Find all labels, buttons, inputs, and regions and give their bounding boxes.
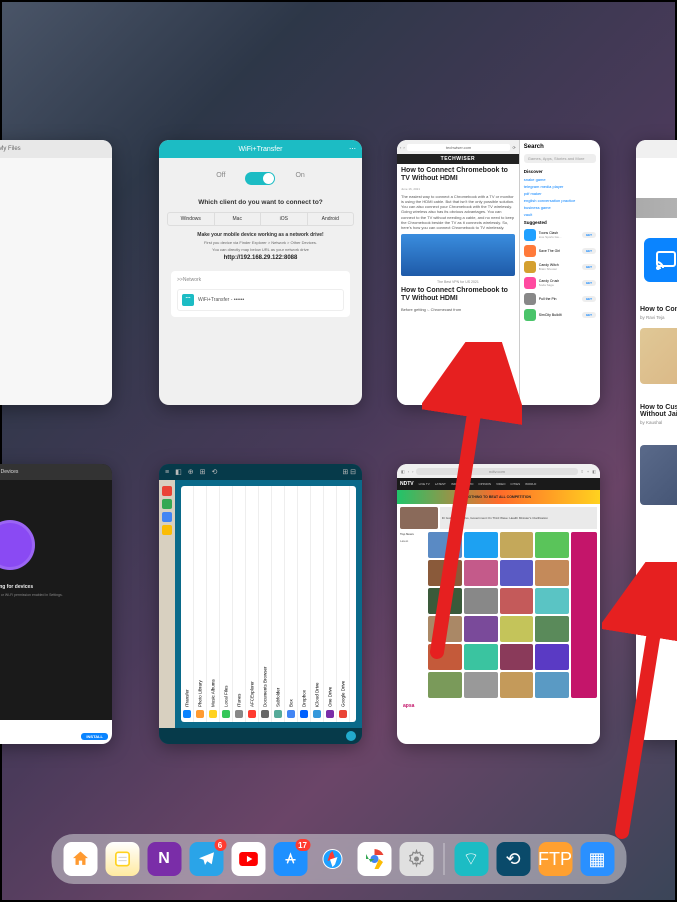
dock-safari[interactable] [315,842,349,876]
article-hero-image [401,234,515,276]
itransfer-column[interactable]: Music Albums [207,486,220,722]
itransfer-column[interactable]: Dropbox [298,486,311,722]
dock-separator [443,843,444,875]
suggested-app-row[interactable]: Candy WitchBrain ShooterGET [520,259,600,275]
discover-link[interactable]: telegram media player [520,183,600,190]
get-button[interactable]: GET [582,264,596,270]
annotation-arrow-1 [422,342,522,662]
itransfer-column[interactable]: iCloud Drive [311,486,324,722]
app-icon [524,309,536,321]
fileman-header: My Files [0,140,112,158]
itransfer-column[interactable]: AFCExplorer [246,486,259,722]
scanning-spinner [0,520,35,570]
dock-chrome[interactable] [357,842,391,876]
itransfer-column[interactable]: Photo Library [194,486,207,722]
app-icon [524,261,536,273]
card-wifi-transfer[interactable]: WiFi+Transfer WiFi+Transfer Off On Which… [159,140,362,405]
itransfer-column[interactable]: Local Files [220,486,233,722]
itransfer-column[interactable]: Subfolder [272,486,285,722]
app-icon [524,245,536,257]
dock-itransfer[interactable]: ⟲ [496,842,530,876]
discover-link[interactable]: pdf maker [520,190,600,197]
itransfer-sidebar[interactable] [159,480,175,728]
wifi-badge-icon: ⌔ [182,294,194,306]
wifi-toggle[interactable] [245,172,275,185]
suggested-app-row[interactable]: SimCity BuildItGET [520,307,600,323]
card-share[interactable]: are Devices Looking for devices Check if… [0,464,112,744]
dock-notes[interactable] [105,842,139,876]
itransfer-column[interactable]: iTunes [233,486,246,722]
dock-ftp[interactable]: FTP [538,842,572,876]
card-itransfer[interactable]: iTransfer ≡◧⊕⊞⟲⊞ ⊟ iTransferPhoto Librar… [159,464,362,744]
itransfer-column[interactable]: One Drive [324,486,337,722]
itransfer-columns[interactable]: iTransferPhoto LibraryMusic AlbumsLocal … [181,486,356,722]
get-button[interactable]: GET [582,248,596,254]
wifi-url: http://192.168.29.122:8088 [167,255,354,261]
app-icon [524,229,536,241]
itransfer-column[interactable]: Box [285,486,298,722]
discover-link[interactable]: vault [520,211,600,218]
dock-home[interactable] [63,842,97,876]
wifi-app-header: WiFi+Transfer [159,140,362,158]
article-title: How to Connect Chromebook to TV Without … [397,164,519,187]
app-icon [524,293,536,305]
dock-files-app[interactable]: ▦ [580,842,614,876]
wifi-network-row[interactable]: ⌔ WiFi+Transfer - •••••• [177,289,344,311]
dock-appstore[interactable]: 17 [273,842,307,876]
dock-wifi-transfer[interactable]: ⌔ [454,842,488,876]
chrome-thumb-1 [640,328,677,384]
dock[interactable]: N 6 17 ⌔⟲FTP▦ [51,834,626,884]
discover-link[interactable]: business game [520,204,600,211]
app-icon [524,277,536,289]
suggested-app-row[interactable]: Toons ClashLive Sports Ga…GET [520,227,600,243]
itransfer-action-icon[interactable] [346,731,356,741]
appstore-search[interactable]: Games, Apps, Stories and More [524,154,596,163]
get-button[interactable]: GET [582,296,596,302]
chrome-thumb-2 [640,445,677,505]
app-switcher[interactable]: ager My Files 'Manager' On My iPad Upgra… [2,2,675,900]
annotation-arrow-2 [602,562,677,842]
suggested-app-row[interactable]: Pull the PinGET [520,291,600,307]
dock-settings[interactable] [399,842,433,876]
dock-badge: 6 [214,839,226,851]
get-button[interactable]: GET [582,232,596,238]
get-button[interactable]: GET [582,312,596,318]
dock-onenote[interactable]: N [147,842,181,876]
itransfer-column[interactable]: iTransfer [181,486,194,722]
suggested-app-row[interactable]: Candy CrushSoda SagaGET [520,275,600,291]
itransfer-column[interactable]: Documents Browser [259,486,272,722]
dock-telegram[interactable]: 6 [189,842,223,876]
cast-icon [644,238,677,282]
card-file-manager[interactable]: ager My Files 'Manager' On My iPad Upgra… [0,140,112,405]
dock-youtube[interactable] [231,842,265,876]
discover-link[interactable]: snake game [520,176,600,183]
wifi-platform-tabs[interactable]: Windows Mac iOS Android [167,212,354,226]
split-appstore-pane[interactable]: Search Games, Apps, Stories and More Dis… [519,140,600,405]
get-button[interactable]: GET [582,280,596,286]
wifi-question: Which client do you want to connect to? [167,199,354,206]
install-button[interactable]: INSTALL [81,733,108,740]
suggested-app-row[interactable]: Save The GirlGET [520,243,600,259]
itransfer-column[interactable]: Google Drive [337,486,350,722]
discover-link[interactable]: english conversation practice [520,197,600,204]
wifi-toggle-row[interactable]: Off On [167,172,354,185]
dock-badge: 17 [295,839,310,851]
